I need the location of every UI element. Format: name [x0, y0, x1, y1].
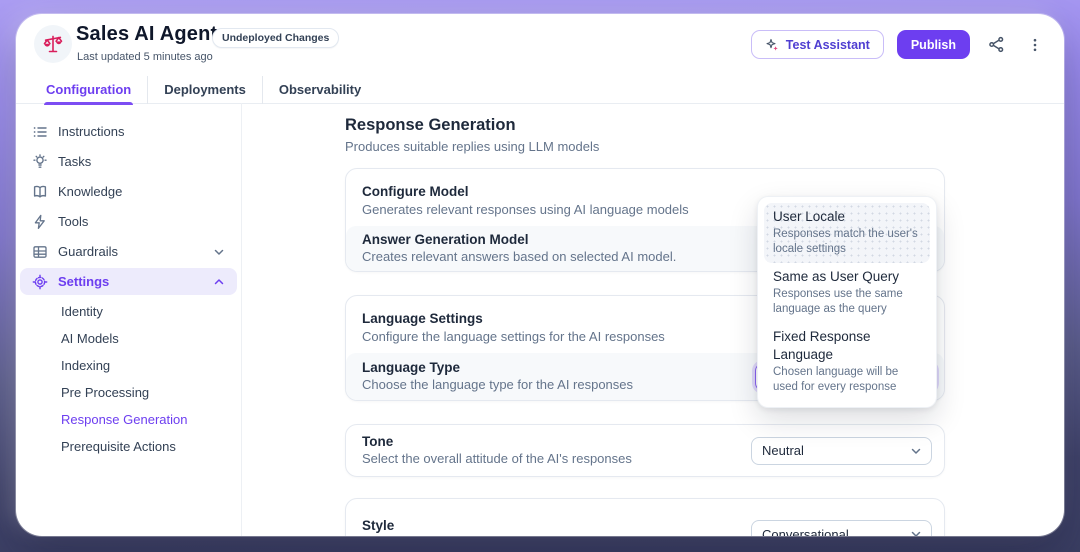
header-actions: Test Assistant Publish: [751, 30, 1048, 59]
chevron-down-icon: [910, 445, 922, 457]
menu-option-description: Responses use the same language as the q…: [773, 287, 921, 317]
menu-option-description: Responses match the user's locale settin…: [773, 227, 921, 257]
publish-button[interactable]: Publish: [897, 30, 970, 59]
row-title: Tone: [362, 434, 632, 450]
sidebar-item-label: Tasks: [58, 154, 225, 169]
tab-bar: Configuration Deployments Observability: [16, 76, 1064, 104]
chevron-down-icon: [213, 246, 225, 258]
menu-option-description: Chosen language will be used for every r…: [773, 365, 921, 395]
sidebar-item-pre-processing[interactable]: Pre Processing: [20, 379, 237, 406]
sidebar-item-label: Instructions: [58, 124, 225, 139]
kebab-menu-icon[interactable]: [1022, 32, 1048, 58]
test-assistant-button[interactable]: Test Assistant: [751, 30, 884, 59]
row-description: Creates relevant answers based on select…: [362, 249, 676, 265]
chevron-down-icon: [910, 528, 922, 536]
test-assistant-label: Test Assistant: [786, 38, 870, 52]
tab-configuration[interactable]: Configuration: [30, 76, 147, 104]
tab-deployments[interactable]: Deployments: [147, 76, 262, 104]
app-logo: [34, 25, 72, 63]
last-updated-text: Last updated 5 minutes ago: [77, 51, 213, 63]
sidebar-item-response-generation[interactable]: Response Generation: [20, 406, 237, 433]
tone-value: Neutral: [762, 443, 804, 458]
row-description: Choose the language type for the AI resp…: [362, 377, 633, 393]
style-value: Conversational: [762, 527, 849, 537]
list-icon: [32, 124, 48, 140]
section-title: Response Generation: [345, 114, 945, 136]
menu-option-user-locale[interactable]: User Locale Responses match the user's l…: [764, 203, 930, 263]
sidebar-item-identity[interactable]: Identity: [20, 298, 237, 325]
sidebar-divider: [241, 103, 242, 536]
menu-option-label: Fixed Response Language: [773, 328, 921, 364]
row-title: Style: [362, 518, 632, 534]
style-select[interactable]: Conversational: [751, 520, 932, 536]
sidebar-item-label: Tools: [58, 214, 225, 229]
sidebar-item-tools[interactable]: Tools: [20, 208, 237, 235]
sparkles-icon: [765, 38, 779, 52]
app-window: Sales AI Agent Undeployed Changes Last u…: [16, 14, 1064, 536]
sidebar-item-knowledge[interactable]: Knowledge: [20, 178, 237, 205]
row-title: Language Type: [362, 360, 633, 376]
undeployed-changes-badge: Undeployed Changes: [212, 28, 339, 48]
tone-select[interactable]: Neutral: [751, 437, 932, 465]
row-description: Pick the writing style that best suits y…: [362, 535, 632, 537]
scale-icon: [42, 33, 64, 55]
page-title: Sales AI Agent: [76, 23, 217, 46]
sidebar-item-settings[interactable]: Settings: [20, 268, 237, 295]
sidebar-item-tasks[interactable]: Tasks: [20, 148, 237, 175]
style-card: Style Pick the writing style that best s…: [345, 498, 945, 536]
sidebar-item-label: Knowledge: [58, 184, 225, 199]
sidebar-item-indexing[interactable]: Indexing: [20, 352, 237, 379]
language-type-dropdown-menu: User Locale Responses match the user's l…: [757, 196, 937, 408]
sidebar: Instructions Tasks Knowledge Tools Guard…: [16, 103, 241, 536]
menu-option-label: Same as User Query: [773, 268, 921, 286]
grid-icon: [32, 244, 48, 260]
book-icon: [32, 184, 48, 200]
sidebar-item-label: Guardrails: [58, 244, 203, 259]
sidebar-item-instructions[interactable]: Instructions: [20, 118, 237, 145]
sidebar-item-guardrails[interactable]: Guardrails: [20, 238, 237, 265]
row-description: Select the overall attitude of the AI's …: [362, 451, 632, 467]
menu-option-same-as-user-query[interactable]: Same as User Query Responses use the sam…: [764, 263, 930, 323]
section-subtitle: Produces suitable replies using LLM mode…: [345, 138, 945, 156]
chevron-up-icon: [213, 276, 225, 288]
tone-card: Tone Select the overall attitude of the …: [345, 424, 945, 477]
row-title: Answer Generation Model: [362, 232, 676, 248]
tab-observability[interactable]: Observability: [262, 76, 377, 104]
gear-icon: [32, 274, 48, 290]
menu-option-label: User Locale: [773, 208, 921, 226]
sidebar-item-label: Settings: [58, 274, 203, 289]
share-icon[interactable]: [983, 32, 1009, 58]
menu-option-fixed-response-language[interactable]: Fixed Response Language Chosen language …: [764, 323, 930, 401]
lightbulb-icon: [32, 154, 48, 170]
lightning-icon: [32, 214, 48, 230]
sidebar-item-ai-models[interactable]: AI Models: [20, 325, 237, 352]
sidebar-item-prerequisite-actions[interactable]: Prerequisite Actions: [20, 433, 237, 460]
